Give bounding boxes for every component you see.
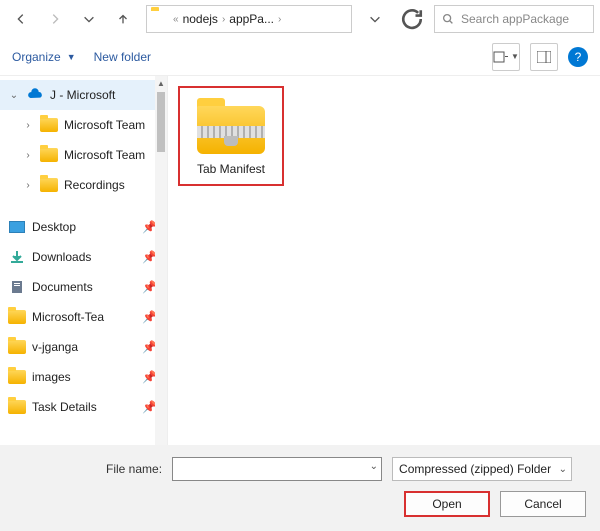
chevron-down-icon: ⌄: [559, 464, 567, 475]
folder-icon: [8, 338, 26, 356]
folder-icon: [40, 176, 58, 194]
nav-back-button[interactable]: [6, 4, 36, 34]
sidebar-item-label: Microsoft Team: [64, 118, 145, 132]
scroll-up-icon[interactable]: ▲: [156, 78, 166, 88]
downloads-icon: [8, 248, 26, 266]
address-bar[interactable]: « nodejs › appPa... ›: [146, 5, 352, 33]
dialog-footer: File name: ⌄ Compressed (zipped) Folder …: [0, 445, 600, 531]
sidebar-scrollbar[interactable]: ▲: [155, 76, 167, 445]
filename-input[interactable]: [172, 457, 382, 481]
chevron-down-icon[interactable]: ⌄: [370, 461, 378, 472]
sidebar-item-folder[interactable]: › Microsoft Team: [0, 140, 167, 170]
folder-icon: [8, 308, 26, 326]
cancel-button[interactable]: Cancel: [500, 491, 586, 517]
chevron-down-icon: ⌄: [8, 90, 20, 101]
filename-label: File name:: [106, 462, 162, 476]
sidebar-item-label: Microsoft-Tea: [32, 310, 104, 324]
folder-icon: [40, 146, 58, 164]
nav-forward-button: [40, 4, 70, 34]
new-folder-button[interactable]: New folder: [94, 50, 151, 64]
sidebar-item-downloads[interactable]: Downloads 📌: [0, 242, 167, 272]
sidebar-item-label: J - Microsoft: [50, 88, 115, 102]
sidebar-item-folder[interactable]: Microsoft-Tea 📌: [0, 302, 167, 332]
scroll-thumb[interactable]: [157, 92, 165, 152]
open-button[interactable]: Open: [404, 491, 490, 517]
folder-icon: [40, 116, 58, 134]
chevron-right-icon: ›: [22, 180, 34, 191]
sidebar-item-folder[interactable]: v-jganga 📌: [0, 332, 167, 362]
file-item-label: Tab Manifest: [197, 162, 265, 176]
file-type-label: Compressed (zipped) Folder: [399, 462, 551, 476]
sidebar-item-folder[interactable]: › Microsoft Team: [0, 110, 167, 140]
sidebar-item-label: Downloads: [32, 250, 91, 264]
sidebar-item-label: Documents: [32, 280, 93, 294]
sidebar-item-folder[interactable]: › Recordings: [0, 170, 167, 200]
nav-up-button[interactable]: [108, 4, 138, 34]
folder-icon: [8, 398, 26, 416]
sidebar-item-documents[interactable]: Documents 📌: [0, 272, 167, 302]
documents-icon: [8, 278, 26, 296]
file-type-select[interactable]: Compressed (zipped) Folder ⌄: [392, 457, 572, 481]
folder-icon: [151, 10, 169, 28]
address-dropdown-button[interactable]: [360, 4, 390, 34]
chevron-right-icon: ›: [278, 14, 281, 25]
search-icon: [441, 12, 455, 26]
preview-pane-button[interactable]: [530, 43, 558, 71]
sidebar-item-label: images: [32, 370, 71, 384]
path-segment[interactable]: nodejs: [183, 12, 218, 26]
sidebar-item-folder[interactable]: Task Details 📌: [0, 392, 167, 422]
sidebar-item-label: Microsoft Team: [64, 148, 145, 162]
sidebar-item-label: v-jganga: [32, 340, 78, 354]
onedrive-icon: [26, 86, 44, 104]
search-placeholder: Search appPackage: [461, 12, 569, 26]
path-segment[interactable]: appPa...: [229, 12, 274, 26]
sidebar-item-label: Recordings: [64, 178, 125, 192]
chevron-down-icon: ▼: [511, 52, 519, 61]
refresh-button[interactable]: [398, 5, 426, 33]
sidebar-item-label: Task Details: [32, 400, 97, 414]
search-input[interactable]: Search appPackage: [434, 5, 594, 33]
sidebar-item-onedrive[interactable]: ⌄ J - Microsoft: [0, 80, 167, 110]
folder-icon: [8, 368, 26, 386]
chevron-left-icon: «: [173, 14, 179, 25]
view-details-button[interactable]: ▼: [492, 43, 520, 71]
sidebar: ⌄ J - Microsoft › Microsoft Team › Micro…: [0, 76, 168, 445]
chevron-down-icon: ▼: [67, 52, 76, 62]
chevron-right-icon: ›: [22, 150, 34, 161]
file-item-zip[interactable]: Tab Manifest: [178, 86, 284, 186]
details-view-icon: [493, 51, 509, 63]
file-list[interactable]: Tab Manifest: [168, 76, 600, 445]
chevron-right-icon: ›: [222, 14, 225, 25]
sidebar-item-label: Desktop: [32, 220, 76, 234]
zip-folder-icon: [194, 96, 268, 156]
preview-pane-icon: [537, 51, 551, 63]
chevron-right-icon: ›: [22, 120, 34, 131]
desktop-icon: [8, 218, 26, 236]
help-button[interactable]: ?: [568, 47, 588, 67]
sidebar-item-desktop[interactable]: Desktop 📌: [0, 212, 167, 242]
sidebar-item-folder[interactable]: images 📌: [0, 362, 167, 392]
nav-history-button[interactable]: [74, 4, 104, 34]
organize-menu[interactable]: Organize ▼: [12, 50, 76, 64]
